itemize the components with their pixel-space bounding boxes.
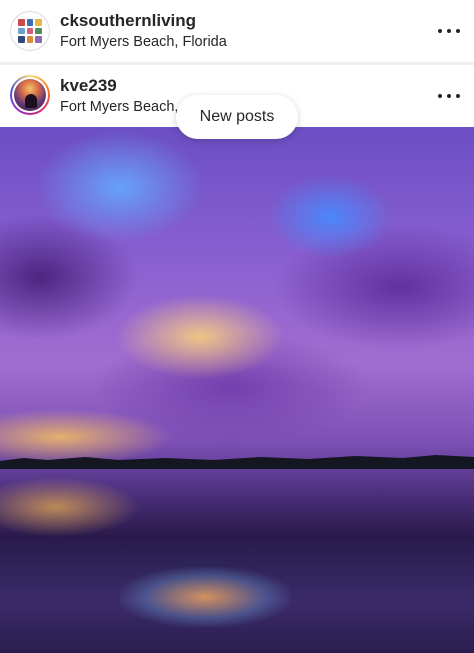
more-options-button[interactable] bbox=[438, 87, 460, 105]
water-reflection bbox=[120, 567, 290, 627]
profile-photo-icon bbox=[14, 79, 46, 111]
avatar-ring-inner bbox=[12, 77, 48, 113]
more-options-button[interactable] bbox=[438, 22, 460, 40]
more-options-dot bbox=[447, 29, 451, 33]
more-options-icon bbox=[438, 29, 442, 33]
more-options-dot bbox=[456, 94, 460, 98]
post-meta: cksouthernliving Fort Myers Beach, Flori… bbox=[60, 11, 227, 52]
more-options-dot bbox=[456, 29, 460, 33]
username[interactable]: cksouthernliving bbox=[60, 11, 227, 31]
new-posts-button[interactable]: New posts bbox=[176, 95, 298, 139]
avatar-cksouthernliving[interactable] bbox=[10, 11, 50, 51]
post-photo[interactable] bbox=[0, 127, 474, 653]
treeline-silhouette bbox=[0, 455, 474, 469]
profile-collage-icon bbox=[11, 12, 49, 50]
username[interactable]: kve239 bbox=[60, 76, 178, 96]
more-options-icon bbox=[438, 94, 442, 98]
avatar-kve239[interactable] bbox=[10, 75, 50, 115]
location[interactable]: Fort Myers Beach, Florida bbox=[60, 32, 227, 52]
water-reflection bbox=[0, 477, 140, 537]
post-meta: kve239 Fort Myers Beach, bbox=[60, 76, 178, 117]
more-options-dot bbox=[447, 94, 451, 98]
location[interactable]: Fort Myers Beach, bbox=[60, 97, 178, 117]
post-header-cksouthernliving: cksouthernliving Fort Myers Beach, Flori… bbox=[0, 0, 474, 62]
